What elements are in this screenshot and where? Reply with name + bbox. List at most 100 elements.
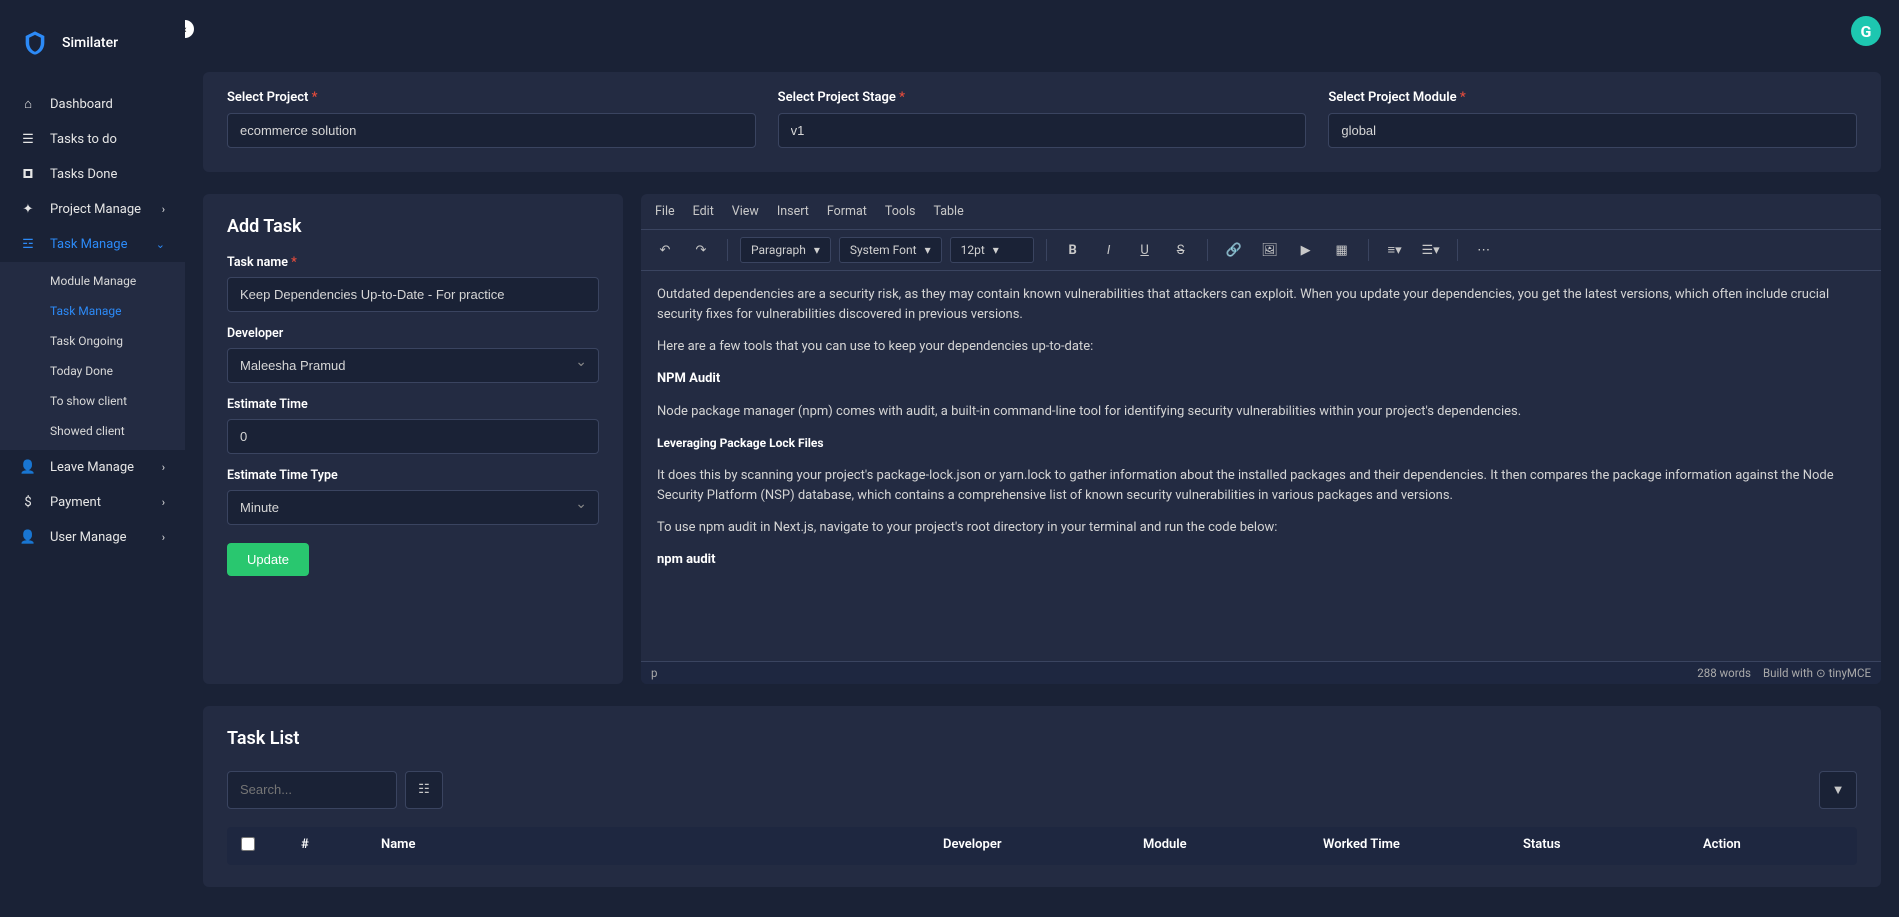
nav-label: Leave Manage bbox=[50, 460, 134, 475]
more-icon[interactable]: ⋯ bbox=[1470, 236, 1498, 264]
menu-file[interactable]: File bbox=[655, 204, 675, 219]
select-all-checkbox[interactable] bbox=[241, 837, 301, 855]
menu-view[interactable]: View bbox=[732, 204, 759, 219]
project-select[interactable] bbox=[227, 113, 756, 148]
col-worked-time: Worked Time bbox=[1323, 837, 1523, 855]
stage-select[interactable] bbox=[778, 113, 1307, 148]
brand: Similater bbox=[0, 0, 185, 76]
nav-label: Tasks to do bbox=[50, 132, 117, 147]
grammarly-badge-icon[interactable]: G bbox=[1851, 16, 1881, 46]
editor-body[interactable]: Outdated dependencies are a security ris… bbox=[641, 271, 1881, 661]
task-search-input[interactable] bbox=[227, 771, 397, 809]
word-count: 288 words bbox=[1697, 666, 1751, 680]
image-icon[interactable]: 🖼 bbox=[1256, 236, 1284, 264]
nav-label: Tasks Done bbox=[50, 167, 117, 182]
nav-leave-manage[interactable]: 👤 Leave Manage › bbox=[0, 450, 185, 485]
user-icon: 👤 bbox=[20, 530, 36, 545]
nav-project-manage[interactable]: ✦ Project Manage › bbox=[0, 192, 185, 227]
developer-select[interactable] bbox=[227, 348, 599, 383]
sub-showed-client[interactable]: Showed client bbox=[0, 416, 185, 446]
chevron-right-icon: › bbox=[162, 461, 165, 474]
rich-editor-card: File Edit View Insert Format Tools Table… bbox=[641, 194, 1881, 684]
editor-subheading: Leveraging Package Lock Files bbox=[657, 436, 824, 450]
filter-button[interactable]: ▼ bbox=[1819, 771, 1857, 809]
update-button[interactable]: Update bbox=[227, 543, 309, 576]
italic-icon[interactable]: I bbox=[1095, 236, 1123, 264]
col-action: Action bbox=[1703, 837, 1843, 855]
project-selectors: Select Project * Select Project Stage * … bbox=[203, 72, 1881, 172]
menu-insert[interactable]: Insert bbox=[777, 204, 809, 219]
nav-payment[interactable]: $ Payment › bbox=[0, 485, 185, 520]
nav-label: User Manage bbox=[50, 530, 127, 545]
editor-toolbar: ↶ ↷ Paragraph▾ System Font▾ 12pt▾ B I U … bbox=[641, 230, 1881, 271]
nav-label: Task Manage bbox=[50, 237, 128, 252]
bold-icon[interactable]: B bbox=[1059, 236, 1087, 264]
redo-icon[interactable]: ↷ bbox=[687, 236, 715, 264]
sub-module-manage[interactable]: Module Manage bbox=[0, 266, 185, 296]
editor-paragraph: Node package manager (npm) comes with au… bbox=[657, 402, 1865, 422]
module-select[interactable] bbox=[1328, 113, 1857, 148]
table-icon[interactable]: ▦ bbox=[1328, 236, 1356, 264]
font-size-select[interactable]: 12pt▾ bbox=[950, 237, 1034, 263]
nav-task-manage[interactable]: ☲ Task Manage ⌄ bbox=[0, 227, 185, 262]
estimate-time-input[interactable] bbox=[227, 419, 599, 454]
underline-icon[interactable]: U bbox=[1131, 236, 1159, 264]
editor-code: npm audit bbox=[657, 552, 716, 567]
editor-menubar: File Edit View Insert Format Tools Table bbox=[641, 194, 1881, 230]
developer-label: Developer bbox=[227, 326, 599, 341]
chevron-right-icon: › bbox=[162, 496, 165, 509]
sub-task-manage[interactable]: Task Manage bbox=[0, 296, 185, 326]
align-icon[interactable]: ≡▾ bbox=[1381, 236, 1409, 264]
col-name: Name bbox=[381, 837, 943, 855]
undo-icon[interactable]: ↶ bbox=[651, 236, 679, 264]
sub-task-ongoing[interactable]: Task Ongoing bbox=[0, 326, 185, 356]
task-name-input[interactable] bbox=[227, 277, 599, 312]
estimate-time-label: Estimate Time bbox=[227, 397, 599, 412]
editor-path[interactable]: p bbox=[651, 666, 657, 680]
nav-tasks-done[interactable]: 🞓 Tasks Done bbox=[0, 157, 185, 192]
briefcase-icon: 🞓 bbox=[20, 167, 36, 182]
gear-icon: ✦ bbox=[20, 202, 36, 217]
task-list-title: Task List bbox=[227, 728, 1857, 749]
col-module: Module bbox=[1143, 837, 1323, 855]
menu-table[interactable]: Table bbox=[933, 204, 963, 219]
build-with: Build with ⊙ tinyMCE bbox=[1763, 666, 1871, 680]
sub-to-show-client[interactable]: To show client bbox=[0, 386, 185, 416]
module-label: Select Project Module * bbox=[1328, 90, 1857, 105]
list-icon[interactable]: ☰▾ bbox=[1417, 236, 1445, 264]
list-icon: ☰ bbox=[20, 132, 36, 147]
project-label: Select Project * bbox=[227, 90, 756, 105]
estimate-type-label: Estimate Time Type bbox=[227, 468, 599, 483]
menu-edit[interactable]: Edit bbox=[693, 204, 714, 219]
task-table-header: # Name Developer Module Worked Time Stat… bbox=[227, 827, 1857, 865]
list-settings-button[interactable]: ☷ bbox=[405, 771, 443, 809]
editor-paragraph: It does this by scanning your project's … bbox=[657, 466, 1865, 506]
link-icon[interactable]: 🔗 bbox=[1220, 236, 1248, 264]
sub-nav-task-manage: Module Manage Task Manage Task Ongoing T… bbox=[0, 262, 185, 450]
task-name-label: Task name * bbox=[227, 255, 599, 270]
sidebar: Similater ⌂ Dashboard ☰ Tasks to do 🞓 Ta… bbox=[0, 0, 185, 917]
estimate-type-select[interactable] bbox=[227, 490, 599, 525]
editor-paragraph: Outdated dependencies are a security ris… bbox=[657, 285, 1865, 325]
chevron-right-icon: › bbox=[162, 203, 165, 216]
menu-tools[interactable]: Tools bbox=[885, 204, 916, 219]
strikethrough-icon[interactable]: S bbox=[1167, 236, 1195, 264]
stage-label: Select Project Stage * bbox=[778, 90, 1307, 105]
nav-tasks-todo[interactable]: ☰ Tasks to do bbox=[0, 122, 185, 157]
editor-paragraph: To use npm audit in Next.js, navigate to… bbox=[657, 518, 1865, 538]
nav-user-manage[interactable]: 👤 User Manage › bbox=[0, 520, 185, 555]
nav-dashboard[interactable]: ⌂ Dashboard bbox=[0, 86, 185, 122]
editor-paragraph: Here are a few tools that you can use to… bbox=[657, 337, 1865, 357]
nav: ⌂ Dashboard ☰ Tasks to do 🞓 Tasks Done ✦… bbox=[0, 76, 185, 555]
add-task-title: Add Task bbox=[227, 216, 599, 237]
brand-logo-icon bbox=[20, 28, 50, 58]
col-status: Status bbox=[1523, 837, 1703, 855]
sub-today-done[interactable]: Today Done bbox=[0, 356, 185, 386]
menu-format[interactable]: Format bbox=[827, 204, 867, 219]
media-icon[interactable]: ▶ bbox=[1292, 236, 1320, 264]
user-icon: 👤 bbox=[20, 460, 36, 475]
editor-heading: NPM Audit bbox=[657, 371, 720, 386]
font-family-select[interactable]: System Font▾ bbox=[839, 237, 942, 263]
nav-label: Project Manage bbox=[50, 202, 141, 217]
block-format-select[interactable]: Paragraph▾ bbox=[740, 237, 831, 263]
